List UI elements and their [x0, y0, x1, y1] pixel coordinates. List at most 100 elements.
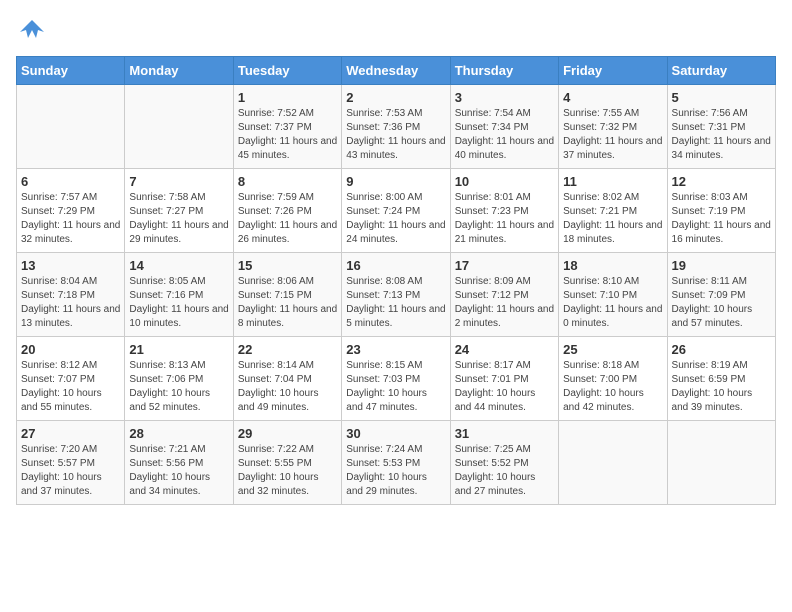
day-number: 21 — [129, 342, 228, 357]
day-info: Sunrise: 7:57 AM Sunset: 7:29 PM Dayligh… — [21, 191, 120, 247]
day-info: Sunrise: 8:17 AM Sunset: 7:01 PM Dayligh… — [455, 359, 554, 415]
calendar-cell: 19 Sunrise: 8:11 AM Sunset: 7:09 PM Dayli… — [667, 253, 775, 337]
day-info: Sunrise: 7:52 AM Sunset: 7:37 PM Dayligh… — [238, 107, 337, 163]
day-info: Sunrise: 8:01 AM Sunset: 7:23 PM Dayligh… — [455, 191, 554, 247]
day-number: 3 — [455, 90, 554, 105]
day-number: 13 — [21, 258, 120, 273]
day-info: Sunrise: 8:00 AM Sunset: 7:24 PM Dayligh… — [346, 191, 445, 247]
day-info: Sunrise: 7:55 AM Sunset: 7:32 PM Dayligh… — [563, 107, 662, 163]
day-number: 22 — [238, 342, 337, 357]
calendar-week-row: 6 Sunrise: 7:57 AM Sunset: 7:29 PM Daylig… — [17, 169, 776, 253]
day-number: 23 — [346, 342, 445, 357]
day-number: 4 — [563, 90, 662, 105]
calendar-cell: 8 Sunrise: 7:59 AM Sunset: 7:26 PM Daylig… — [233, 169, 341, 253]
logo-bird-icon — [18, 16, 46, 44]
calendar-cell: 13 Sunrise: 8:04 AM Sunset: 7:18 PM Dayli… — [17, 253, 125, 337]
day-number: 15 — [238, 258, 337, 273]
day-info: Sunrise: 8:11 AM Sunset: 7:09 PM Dayligh… — [672, 275, 771, 331]
calendar-cell — [667, 421, 775, 505]
page-header — [16, 16, 776, 44]
weekday-header: Tuesday — [233, 57, 341, 85]
weekday-header: Friday — [559, 57, 667, 85]
calendar-cell: 30Sunrise: 7:24 AM Sunset: 5:53 PM Dayli… — [342, 421, 450, 505]
calendar-cell: 28 Sunrise: 7:21 AM Sunset: 5:56 PM Dayli… — [125, 421, 233, 505]
calendar-cell: 26 Sunrise: 8:19 AM Sunset: 6:59 PM Dayli… — [667, 337, 775, 421]
weekday-header: Sunday — [17, 57, 125, 85]
day-info: Sunrise: 8:05 AM Sunset: 7:16 PM Dayligh… — [129, 275, 228, 331]
day-info: Sunrise: 8:02 AM Sunset: 7:21 PM Dayligh… — [563, 191, 662, 247]
day-info: Sunrise: 8:14 AM Sunset: 7:04 PM Dayligh… — [238, 359, 337, 415]
day-info: Sunrise: 8:15 AM Sunset: 7:03 PM Dayligh… — [346, 359, 445, 415]
day-number: 10 — [455, 174, 554, 189]
calendar-cell: 27 Sunrise: 7:20 AM Sunset: 5:57 PM Dayli… — [17, 421, 125, 505]
calendar-cell: 29Sunrise: 7:22 AM Sunset: 5:55 PM Dayli… — [233, 421, 341, 505]
calendar-cell: 23 Sunrise: 8:15 AM Sunset: 7:03 PM Dayli… — [342, 337, 450, 421]
day-number: 5 — [672, 90, 771, 105]
calendar-cell: 3 Sunrise: 7:54 AM Sunset: 7:34 PM Daylig… — [450, 85, 558, 169]
calendar-cell: 25Sunrise: 8:18 AM Sunset: 7:00 PM Dayli… — [559, 337, 667, 421]
calendar-cell: 4 Sunrise: 7:55 AM Sunset: 7:32 PM Daylig… — [559, 85, 667, 169]
day-info: Sunrise: 7:53 AM Sunset: 7:36 PM Dayligh… — [346, 107, 445, 163]
day-number: 16 — [346, 258, 445, 273]
day-info: Sunrise: 7:21 AM Sunset: 5:56 PM Dayligh… — [129, 443, 228, 499]
day-number: 31 — [455, 426, 554, 441]
day-number: 19 — [672, 258, 771, 273]
calendar-cell: 21 Sunrise: 8:13 AM Sunset: 7:06 PM Dayli… — [125, 337, 233, 421]
day-info: Sunrise: 7:54 AM Sunset: 7:34 PM Dayligh… — [455, 107, 554, 163]
day-number: 17 — [455, 258, 554, 273]
calendar-cell: 16 Sunrise: 8:08 AM Sunset: 7:13 PM Dayli… — [342, 253, 450, 337]
day-number: 9 — [346, 174, 445, 189]
weekday-header-row: SundayMondayTuesdayWednesdayThursdayFrid… — [17, 57, 776, 85]
calendar-cell: 5Sunrise: 7:56 AM Sunset: 7:31 PM Daylig… — [667, 85, 775, 169]
day-number: 18 — [563, 258, 662, 273]
day-number: 6 — [21, 174, 120, 189]
day-number: 7 — [129, 174, 228, 189]
calendar-week-row: 27 Sunrise: 7:20 AM Sunset: 5:57 PM Dayli… — [17, 421, 776, 505]
day-number: 14 — [129, 258, 228, 273]
day-number: 28 — [129, 426, 228, 441]
calendar-cell — [125, 85, 233, 169]
calendar-week-row: 13 Sunrise: 8:04 AM Sunset: 7:18 PM Dayli… — [17, 253, 776, 337]
weekday-header: Wednesday — [342, 57, 450, 85]
calendar-cell: 24Sunrise: 8:17 AM Sunset: 7:01 PM Dayli… — [450, 337, 558, 421]
calendar-cell: 20Sunrise: 8:12 AM Sunset: 7:07 PM Dayli… — [17, 337, 125, 421]
calendar-cell: 18 Sunrise: 8:10 AM Sunset: 7:10 PM Dayli… — [559, 253, 667, 337]
day-info: Sunrise: 8:08 AM Sunset: 7:13 PM Dayligh… — [346, 275, 445, 331]
calendar-table: SundayMondayTuesdayWednesdayThursdayFrid… — [16, 56, 776, 505]
day-number: 26 — [672, 342, 771, 357]
day-info: Sunrise: 7:22 AM Sunset: 5:55 PM Dayligh… — [238, 443, 337, 499]
day-info: Sunrise: 8:09 AM Sunset: 7:12 PM Dayligh… — [455, 275, 554, 331]
calendar-cell: 6 Sunrise: 7:57 AM Sunset: 7:29 PM Daylig… — [17, 169, 125, 253]
weekday-header: Saturday — [667, 57, 775, 85]
day-info: Sunrise: 8:19 AM Sunset: 6:59 PM Dayligh… — [672, 359, 771, 415]
weekday-header: Monday — [125, 57, 233, 85]
day-info: Sunrise: 7:58 AM Sunset: 7:27 PM Dayligh… — [129, 191, 228, 247]
calendar-cell: 2Sunrise: 7:53 AM Sunset: 7:36 PM Daylig… — [342, 85, 450, 169]
day-info: Sunrise: 8:13 AM Sunset: 7:06 PM Dayligh… — [129, 359, 228, 415]
day-info: Sunrise: 7:25 AM Sunset: 5:52 PM Dayligh… — [455, 443, 554, 499]
day-number: 8 — [238, 174, 337, 189]
calendar-cell: 10 Sunrise: 8:01 AM Sunset: 7:23 PM Dayli… — [450, 169, 558, 253]
day-info: Sunrise: 8:12 AM Sunset: 7:07 PM Dayligh… — [21, 359, 120, 415]
calendar-week-row: 1 Sunrise: 7:52 AM Sunset: 7:37 PM Daylig… — [17, 85, 776, 169]
day-info: Sunrise: 8:04 AM Sunset: 7:18 PM Dayligh… — [21, 275, 120, 331]
day-info: Sunrise: 7:20 AM Sunset: 5:57 PM Dayligh… — [21, 443, 120, 499]
logo — [16, 16, 46, 44]
calendar-cell: 7 Sunrise: 7:58 AM Sunset: 7:27 PM Daylig… — [125, 169, 233, 253]
day-number: 1 — [238, 90, 337, 105]
calendar-cell: 9 Sunrise: 8:00 AM Sunset: 7:24 PM Daylig… — [342, 169, 450, 253]
weekday-header: Thursday — [450, 57, 558, 85]
calendar-week-row: 20Sunrise: 8:12 AM Sunset: 7:07 PM Dayli… — [17, 337, 776, 421]
calendar-cell: 17 Sunrise: 8:09 AM Sunset: 7:12 PM Dayli… — [450, 253, 558, 337]
day-info: Sunrise: 8:18 AM Sunset: 7:00 PM Dayligh… — [563, 359, 662, 415]
calendar-cell: 1 Sunrise: 7:52 AM Sunset: 7:37 PM Daylig… — [233, 85, 341, 169]
calendar-cell: 11Sunrise: 8:02 AM Sunset: 7:21 PM Dayli… — [559, 169, 667, 253]
calendar-cell — [17, 85, 125, 169]
day-info: Sunrise: 8:10 AM Sunset: 7:10 PM Dayligh… — [563, 275, 662, 331]
day-info: Sunrise: 8:06 AM Sunset: 7:15 PM Dayligh… — [238, 275, 337, 331]
calendar-cell: 14 Sunrise: 8:05 AM Sunset: 7:16 PM Dayli… — [125, 253, 233, 337]
day-info: Sunrise: 7:59 AM Sunset: 7:26 PM Dayligh… — [238, 191, 337, 247]
day-info: Sunrise: 7:24 AM Sunset: 5:53 PM Dayligh… — [346, 443, 445, 499]
calendar-cell: 15 Sunrise: 8:06 AM Sunset: 7:15 PM Dayli… — [233, 253, 341, 337]
day-number: 27 — [21, 426, 120, 441]
